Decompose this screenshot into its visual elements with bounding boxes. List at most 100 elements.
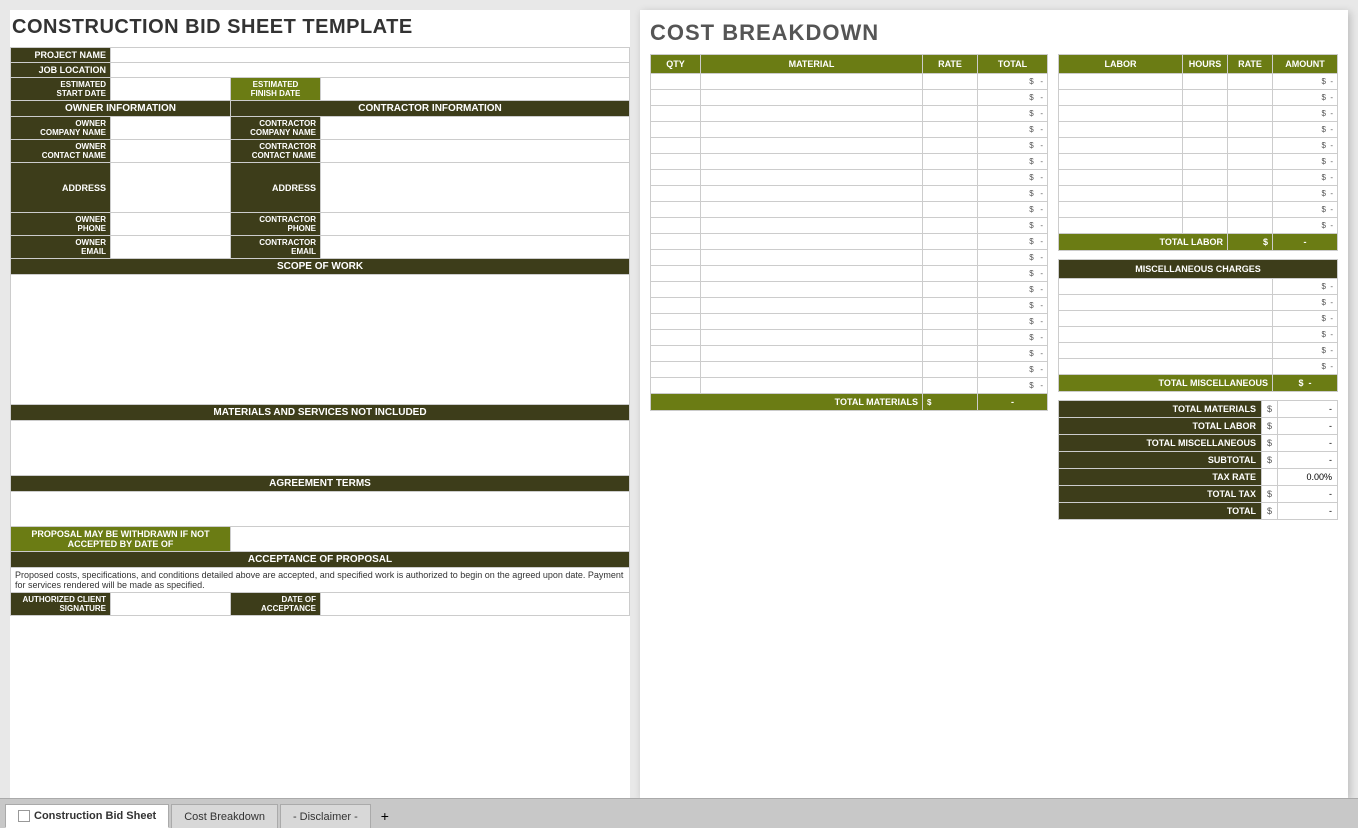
total-materials-row: TOTAL MATERIALS $ - <box>651 394 1048 411</box>
material-row-7: $ - <box>651 170 1048 186</box>
summary-total-misc-dollar: $ <box>1261 435 1277 452</box>
material-header: MATERIAL <box>701 55 923 74</box>
materials-not-included-content[interactable] <box>11 421 630 476</box>
main-title: CONSTRUCTION BID SHEET TEMPLATE <box>10 10 630 47</box>
misc-header-label: MISCELLANEOUS CHARGES <box>1059 260 1338 279</box>
email-row: OWNEREMAIL CONTRACTOREMAIL <box>11 236 630 259</box>
job-location-value[interactable] <box>111 63 630 78</box>
sheet-icon-1 <box>18 810 30 822</box>
owner-company-value[interactable] <box>111 117 231 140</box>
material-row-19: $ - <box>651 362 1048 378</box>
contractor-info-header: CONTRACTOR INFORMATION <box>231 101 630 117</box>
labor-row-9: $ - <box>1059 202 1338 218</box>
tab-disclaimer[interactable]: - Disclaimer - <box>280 804 371 828</box>
summary-row-2: TOTAL LABOR $ - <box>1059 418 1338 435</box>
contractor-email-label: CONTRACTOREMAIL <box>231 236 321 259</box>
cost-breakdown-title: COST BREAKDOWN <box>650 20 1338 46</box>
tab-cost-breakdown[interactable]: Cost Breakdown <box>171 804 278 828</box>
agreement-content[interactable] <box>11 492 630 527</box>
materials-not-included-header: MATERIALS AND SERVICES NOT INCLUDED <box>11 405 630 421</box>
authorized-signature-value[interactable] <box>111 593 231 616</box>
est-start-value[interactable] <box>111 78 231 101</box>
total-misc-value: $ - <box>1273 375 1338 392</box>
acceptance-header: ACCEPTANCE OF PROPOSAL <box>11 552 630 568</box>
scope-header-row: SCOPE OF WORK <box>11 259 630 275</box>
contractor-company-label: CONTRACTORCOMPANY NAME <box>231 117 321 140</box>
contractor-contact-value[interactable] <box>321 140 630 163</box>
misc-row-6: $ - <box>1059 359 1338 375</box>
owner-address-label: ADDRESS <box>11 163 111 213</box>
cost-tables-row: QTY MATERIAL RATE TOTAL $ - $ - $ - $ - … <box>650 54 1338 520</box>
owner-phone-value[interactable] <box>111 213 231 236</box>
material-row-15: $ - <box>651 298 1048 314</box>
scope-content-row <box>11 275 630 405</box>
material-row-8: $ - <box>651 186 1048 202</box>
material-row-20: $ - <box>651 378 1048 394</box>
contractor-phone-value[interactable] <box>321 213 630 236</box>
materials-section: QTY MATERIAL RATE TOTAL $ - $ - $ - $ - … <box>650 54 1048 520</box>
summary-total-materials-dollar: $ <box>1261 401 1277 418</box>
materials-table: QTY MATERIAL RATE TOTAL $ - $ - $ - $ - … <box>650 54 1048 411</box>
date-acceptance-label: DATE OFACCEPTANCE <box>231 593 321 616</box>
contractor-phone-label: CONTRACTORPHONE <box>231 213 321 236</box>
date-acceptance-value[interactable] <box>321 593 630 616</box>
contractor-company-value[interactable] <box>321 117 630 140</box>
owner-contact-value[interactable] <box>111 140 231 163</box>
summary-tax-rate-value[interactable]: 0.00% <box>1278 469 1338 486</box>
labor-row-5: $ - <box>1059 138 1338 154</box>
project-name-value[interactable] <box>111 48 630 63</box>
material-row-18: $ - <box>651 346 1048 362</box>
owner-email-label: OWNEREMAIL <box>11 236 111 259</box>
project-name-row: PROJECT NAME <box>11 48 630 63</box>
summary-subtotal-value: - <box>1278 452 1338 469</box>
signature-row: AUTHORIZED CLIENTSIGNATURE DATE OFACCEPT… <box>11 593 630 616</box>
job-location-label: JOB LOCATION <box>11 63 111 78</box>
proposal-date-value[interactable] <box>231 527 630 552</box>
address-row: ADDRESS ADDRESS <box>11 163 630 213</box>
summary-row-6: TOTAL TAX $ - <box>1059 486 1338 503</box>
labor-col-header: LABOR <box>1059 55 1183 74</box>
summary-tax-rate-label: TAX RATE <box>1059 469 1262 486</box>
scope-content[interactable] <box>11 275 630 405</box>
bid-table: PROJECT NAME JOB LOCATION ESTIMATEDSTART… <box>10 47 630 616</box>
contact-names-row: OWNERCONTACT NAME CONTRACTORCONTACT NAME <box>11 140 630 163</box>
contractor-address-value[interactable] <box>321 163 630 213</box>
misc-row-5: $ - <box>1059 343 1338 359</box>
labor-misc-section: LABOR HOURS RATE AMOUNT $ - $ - $ - $ - … <box>1058 54 1338 520</box>
total-materials-dollar: $ <box>923 394 978 411</box>
owner-phone-label: OWNERPHONE <box>11 213 111 236</box>
spreadsheet-area: CONSTRUCTION BID SHEET TEMPLATE PROJECT … <box>0 0 1358 798</box>
labor-table: LABOR HOURS RATE AMOUNT $ - $ - $ - $ - … <box>1058 54 1338 251</box>
material-row-3: $ - <box>651 106 1048 122</box>
total-header: TOTAL <box>978 55 1048 74</box>
summary-total-materials-label: TOTAL MATERIALS <box>1059 401 1262 418</box>
phone-row: OWNERPHONE CONTRACTORPHONE <box>11 213 630 236</box>
est-finish-value[interactable] <box>321 78 630 101</box>
add-tab-button[interactable]: + <box>373 804 397 828</box>
summary-subtotal-label: SUBTOTAL <box>1059 452 1262 469</box>
material-row-11: $ - <box>651 234 1048 250</box>
contractor-email-value[interactable] <box>321 236 630 259</box>
material-row-1: $ - <box>651 74 1048 90</box>
tab-construction-bid-sheet[interactable]: Construction Bid Sheet <box>5 804 169 828</box>
owner-address-value[interactable] <box>111 163 231 213</box>
material-row-9: $ - <box>651 202 1048 218</box>
misc-table: MISCELLANEOUS CHARGES $ - $ - $ - $ - $ … <box>1058 259 1338 392</box>
summary-total-labor-dollar: $ <box>1261 418 1277 435</box>
material-row-16: $ - <box>651 314 1048 330</box>
total-materials-label: TOTAL MATERIALS <box>651 394 923 411</box>
summary-total-labor-value: - <box>1278 418 1338 435</box>
summary-row-4: SUBTOTAL $ - <box>1059 452 1338 469</box>
owner-email-value[interactable] <box>111 236 231 259</box>
labor-row-2: $ - <box>1059 90 1338 106</box>
misc-row-3: $ - <box>1059 311 1338 327</box>
labor-row-7: $ - <box>1059 170 1338 186</box>
contractor-address-label: ADDRESS <box>231 163 321 213</box>
labor-row-1: $ - <box>1059 74 1338 90</box>
material-row-12: $ - <box>651 250 1048 266</box>
company-names-row: OWNERCOMPANY NAME CONTRACTORCOMPANY NAME <box>11 117 630 140</box>
summary-row-3: TOTAL MISCELLANEOUS $ - <box>1059 435 1338 452</box>
total-labor-label: TOTAL LABOR <box>1059 234 1228 251</box>
agreement-header-row: AGREEMENT TERMS <box>11 476 630 492</box>
tab-2-label: Cost Breakdown <box>184 811 265 823</box>
